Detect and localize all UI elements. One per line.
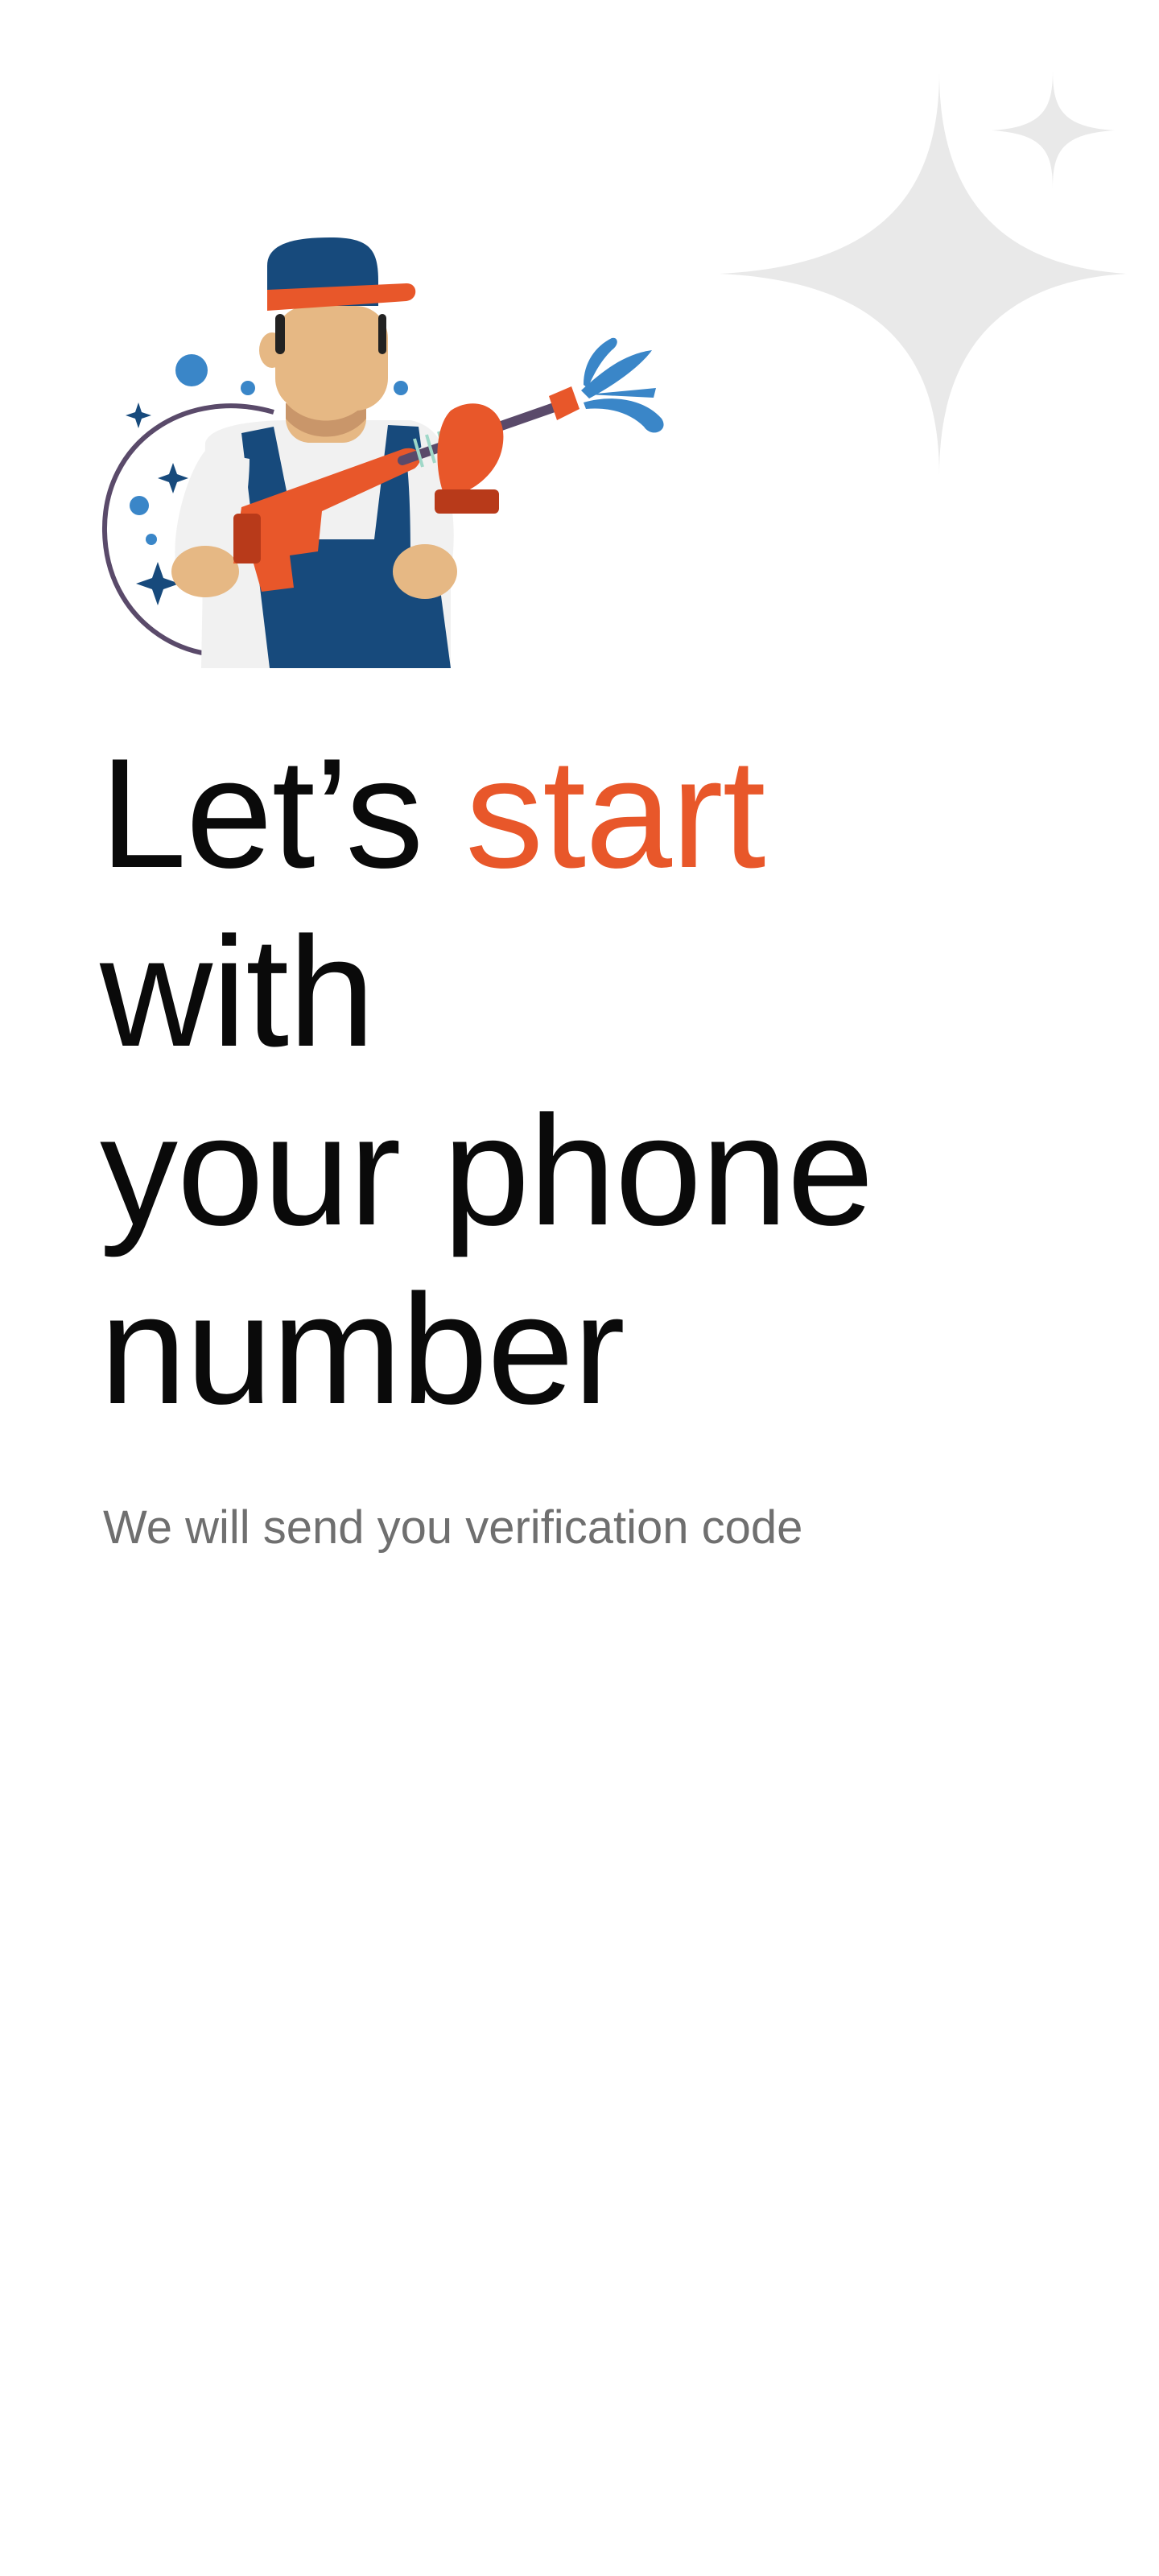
headline-line4: number <box>100 1262 625 1437</box>
headline-line2: with <box>100 905 375 1080</box>
page-title: Let’s start with your phone number <box>100 724 1066 1439</box>
page-subtitle: We will send you verification code <box>103 1501 803 1554</box>
headline-accent: start <box>465 726 765 901</box>
headline-part1: Let’s <box>100 726 466 901</box>
headline-line3: your phone <box>100 1084 874 1258</box>
sparkle-icon <box>720 71 1127 475</box>
cleaner-with-pressure-washer-illustration <box>101 237 664 668</box>
